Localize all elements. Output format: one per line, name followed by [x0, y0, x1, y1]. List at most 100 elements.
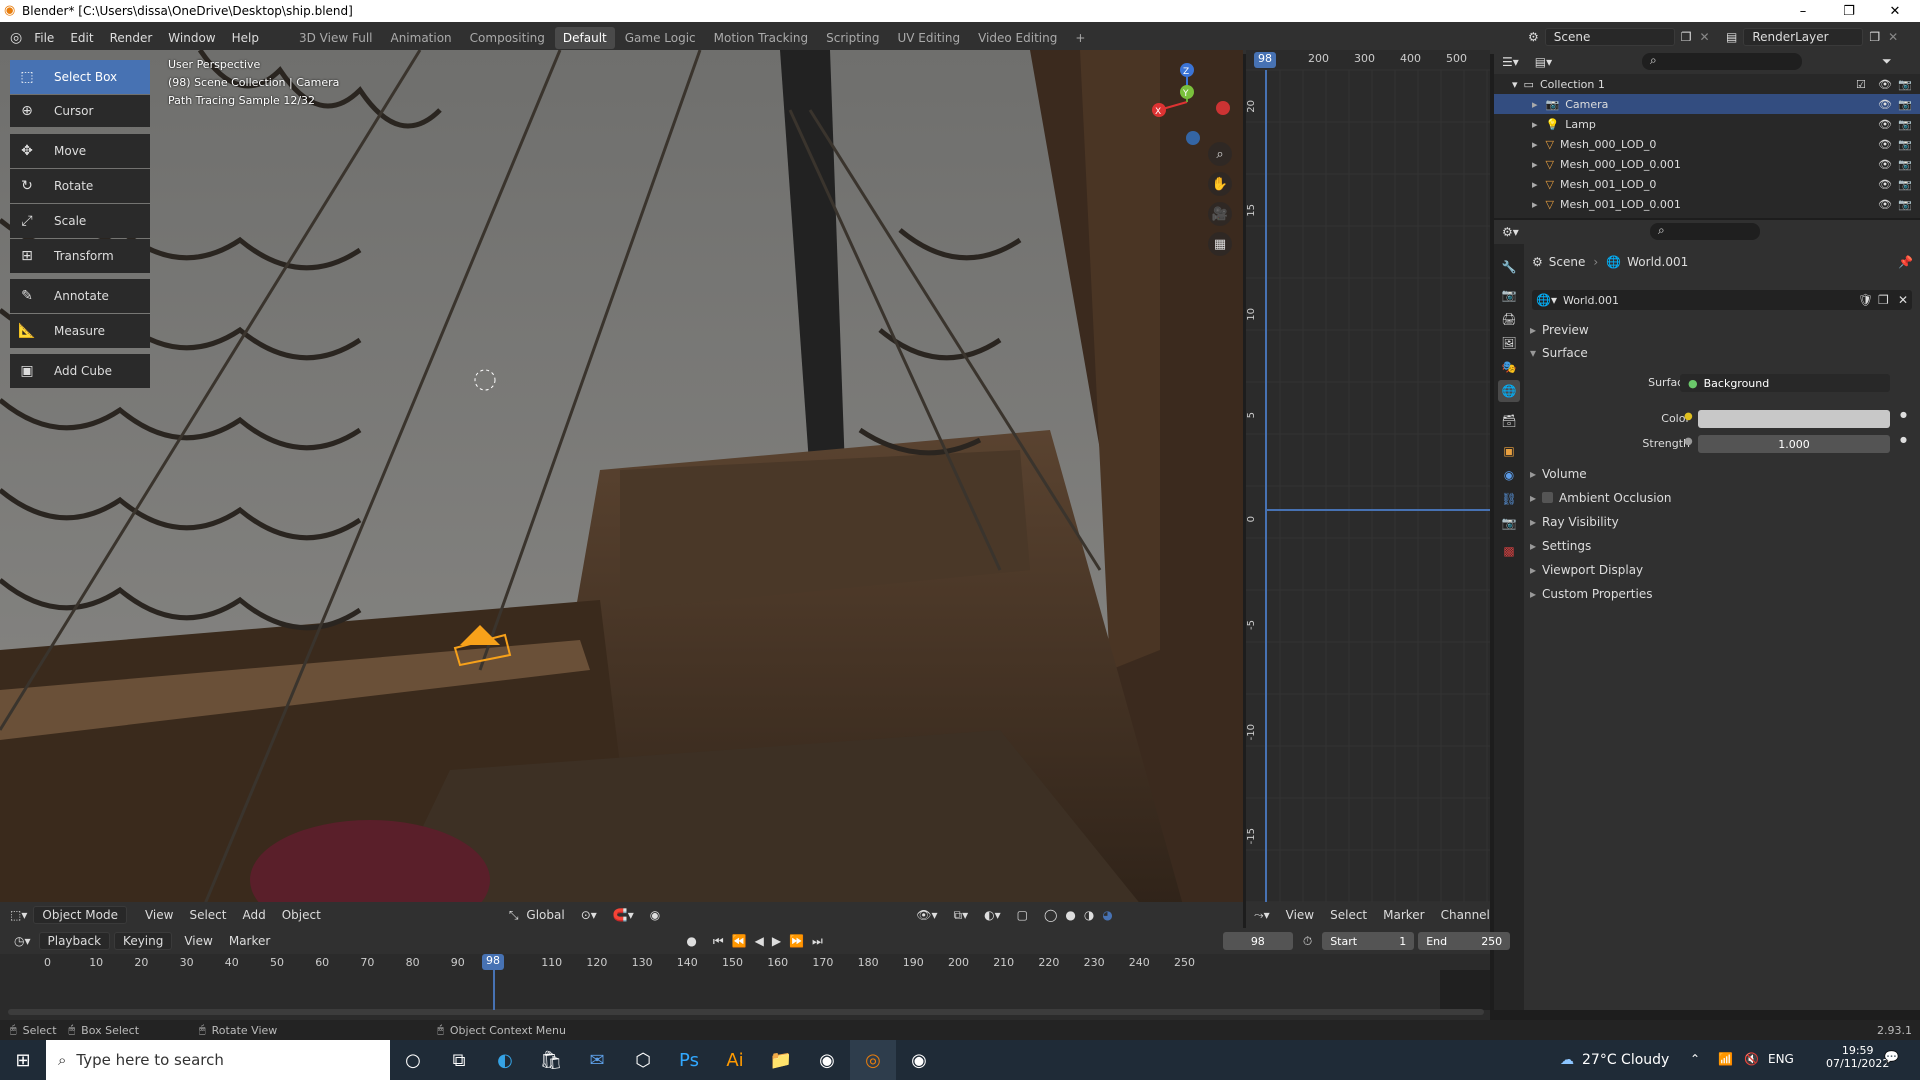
pan-hand-icon[interactable]: ✋: [1208, 172, 1232, 196]
current-frame-field[interactable]: 98: [1222, 932, 1293, 950]
timeline-type-icon[interactable]: ◷▾: [6, 934, 39, 948]
language-indicator[interactable]: ENG: [1768, 1052, 1794, 1066]
visibility-icon[interactable]: 👁▾: [908, 908, 945, 922]
camera-view-icon[interactable]: 🎥: [1208, 202, 1232, 226]
graph-editor[interactable]: 98 200 300 400 500 20 15 10 5 0 -5 -10 -15: [1246, 50, 1490, 916]
maximize-button[interactable]: ❐: [1826, 0, 1872, 22]
checkbox-icon[interactable]: ☑: [1856, 78, 1866, 91]
tool-measure[interactable]: 📐 Measure: [10, 314, 150, 348]
panel-custom-properties[interactable]: ▸ Custom Properties: [1530, 587, 1652, 601]
outliner-collection-row[interactable]: ▾ ▭ Collection 1 ☑ 👁 📷: [1494, 74, 1920, 94]
surface-shader-field[interactable]: ● Background: [1680, 374, 1890, 392]
world-datablock-selector[interactable]: 🌐▾ World.001 🛡 ❐ ✕: [1532, 290, 1912, 310]
blender-menu-icon[interactable]: ◎: [10, 30, 22, 46]
file-explorer-icon[interactable]: 📁: [758, 1040, 804, 1080]
eye-icon[interactable]: 👁: [1878, 158, 1892, 171]
object-tab-icon[interactable]: ▣: [1498, 440, 1520, 462]
overlay-toggle-icon[interactable]: ◐▾: [976, 908, 1009, 922]
scene-tab-icon[interactable]: 🎭: [1498, 356, 1520, 378]
task-view-icon[interactable]: ⧉: [436, 1040, 482, 1080]
delete-scene-icon[interactable]: ✕: [1700, 30, 1710, 44]
outliner-item[interactable]: ▸ 💡 Lamp 👁 📷: [1494, 114, 1920, 134]
tab-animation[interactable]: Animation: [382, 27, 459, 49]
collection-tab-icon[interactable]: 🗃: [1498, 410, 1520, 432]
eye-icon[interactable]: 👁: [1878, 198, 1892, 211]
tool-rotate[interactable]: ↻ Rotate: [10, 169, 150, 203]
properties-editor[interactable]: ⚙▾ ⌕: [1494, 220, 1920, 1010]
tool-transform[interactable]: ⊞ Transform: [10, 239, 150, 273]
graph-menu-select[interactable]: Select: [1322, 908, 1375, 922]
end-frame-field[interactable]: End 250: [1418, 932, 1511, 950]
tool-add-cube[interactable]: ▣ Add Cube: [10, 354, 150, 388]
new-scene-icon[interactable]: ❐: [1681, 30, 1692, 44]
timeline-playhead[interactable]: 98: [481, 954, 504, 970]
duplicate-world-icon[interactable]: ❐: [1878, 293, 1889, 307]
panel-ray-visibility[interactable]: ▸ Ray Visibility: [1530, 515, 1619, 529]
view-layer-tab-icon[interactable]: 🖼: [1498, 332, 1520, 354]
render-camera-icon[interactable]: 📷: [1898, 138, 1912, 151]
tab-3d-view-full[interactable]: 3D View Full: [291, 27, 381, 49]
proportional-edit-icon[interactable]: ◉: [642, 908, 668, 922]
outliner[interactable]: ☰▾ ▤▾ ⌕ ⏷ ▾ ▭ Collection 1 ☑ 👁 📷 ▸ 📷 Camer…: [1494, 50, 1920, 218]
outliner-search-input[interactable]: ⌕: [1642, 53, 1802, 70]
unlink-world-icon[interactable]: ✕: [1898, 293, 1908, 307]
stopwatch-icon[interactable]: ⏱: [1303, 934, 1312, 949]
world-tab-icon[interactable]: 🌐: [1498, 380, 1520, 402]
eye-icon[interactable]: 👁: [1878, 138, 1892, 151]
render-camera-icon[interactable]: 📷: [1898, 198, 1912, 211]
panel-viewport-display[interactable]: ▸ Viewport Display: [1530, 563, 1643, 577]
menu-help[interactable]: Help: [224, 31, 267, 45]
wifi-icon[interactable]: 📶: [1718, 1052, 1733, 1066]
mail-icon[interactable]: ✉: [574, 1040, 620, 1080]
editor-type-icon[interactable]: ⬚▾: [10, 908, 27, 922]
tab-motion-tracking[interactable]: Motion Tracking: [706, 27, 816, 49]
object-mode-dropdown[interactable]: Object Mode: [33, 906, 127, 924]
clock[interactable]: 19:59 07/11/2022: [1826, 1044, 1889, 1070]
outliner-item[interactable]: ▸ 📷 Camera 👁 📷: [1494, 94, 1920, 114]
expand-arrow-icon[interactable]: ▸: [1532, 138, 1538, 151]
tool-move[interactable]: ✥ Move: [10, 134, 150, 168]
panel-preview[interactable]: ▸ Preview: [1530, 323, 1589, 337]
expand-arrow-icon[interactable]: ▸: [1532, 158, 1538, 171]
next-keyframe-icon[interactable]: ⏩: [781, 934, 812, 948]
menu-render[interactable]: Render: [102, 31, 161, 45]
menu-edit[interactable]: Edit: [62, 31, 101, 45]
menu-window[interactable]: Window: [160, 31, 223, 45]
render-camera-icon[interactable]: 📷: [1898, 158, 1912, 171]
outliner-item[interactable]: ▸ ▽ Mesh_001_LOD_0.001 👁 📷: [1494, 194, 1920, 214]
expand-arrow-icon[interactable]: ▸: [1532, 218, 1538, 219]
eye-icon[interactable]: 👁: [1878, 218, 1892, 219]
filter-icon[interactable]: ⏷: [1882, 54, 1892, 69]
properties-type-icon[interactable]: ⚙▾: [1494, 225, 1527, 239]
viewport-menu-select[interactable]: Select: [181, 908, 234, 922]
tool-scale[interactable]: ⤢ Scale: [10, 204, 150, 238]
tab-uv-editing[interactable]: UV Editing: [889, 27, 968, 49]
scene-selector[interactable]: ⚙ Scene ❐ ✕: [1528, 28, 1710, 46]
graph-menu-channel[interactable]: Channel: [1433, 908, 1498, 922]
weather-widget[interactable]: ☁ 27°C Cloudy: [1560, 1040, 1669, 1080]
delete-layer-icon[interactable]: ✕: [1888, 30, 1898, 44]
blender-taskbar-icon[interactable]: ◎: [850, 1040, 896, 1080]
tray-chevron-icon[interactable]: ⌃: [1690, 1052, 1700, 1066]
playback-menu[interactable]: Playback: [38, 932, 111, 950]
keying-menu[interactable]: Keying: [114, 932, 173, 950]
play-icon[interactable]: ▶: [772, 934, 781, 948]
notifications-icon[interactable]: 💬: [1884, 1050, 1899, 1064]
ao-checkbox[interactable]: [1542, 492, 1554, 503]
viewport-menu-object[interactable]: Object: [274, 908, 329, 922]
eye-icon[interactable]: 👁: [1878, 98, 1892, 111]
xray-icon[interactable]: ▢: [1009, 908, 1036, 922]
keyframe-dot-icon[interactable]: ●: [1900, 435, 1907, 444]
tool-select-box[interactable]: ⬚ Select Box: [10, 60, 150, 94]
graph-menu-marker[interactable]: Marker: [1375, 908, 1432, 922]
shading-wireframe-icon[interactable]: ◯: [1036, 908, 1065, 922]
zoom-icon[interactable]: ⌕: [1208, 142, 1232, 166]
constraints-tab-icon[interactable]: ⛓: [1498, 488, 1520, 510]
world-color-swatch[interactable]: [1698, 410, 1890, 428]
timeline-menu-marker[interactable]: Marker: [221, 934, 278, 948]
tab-video-editing[interactable]: Video Editing: [970, 27, 1065, 49]
physics-tab-icon[interactable]: ◉: [1498, 464, 1520, 486]
texture-tab-icon[interactable]: ▩: [1498, 540, 1520, 562]
add-workspace-button[interactable]: +: [1067, 27, 1093, 49]
cortana-icon[interactable]: ○: [390, 1040, 436, 1080]
